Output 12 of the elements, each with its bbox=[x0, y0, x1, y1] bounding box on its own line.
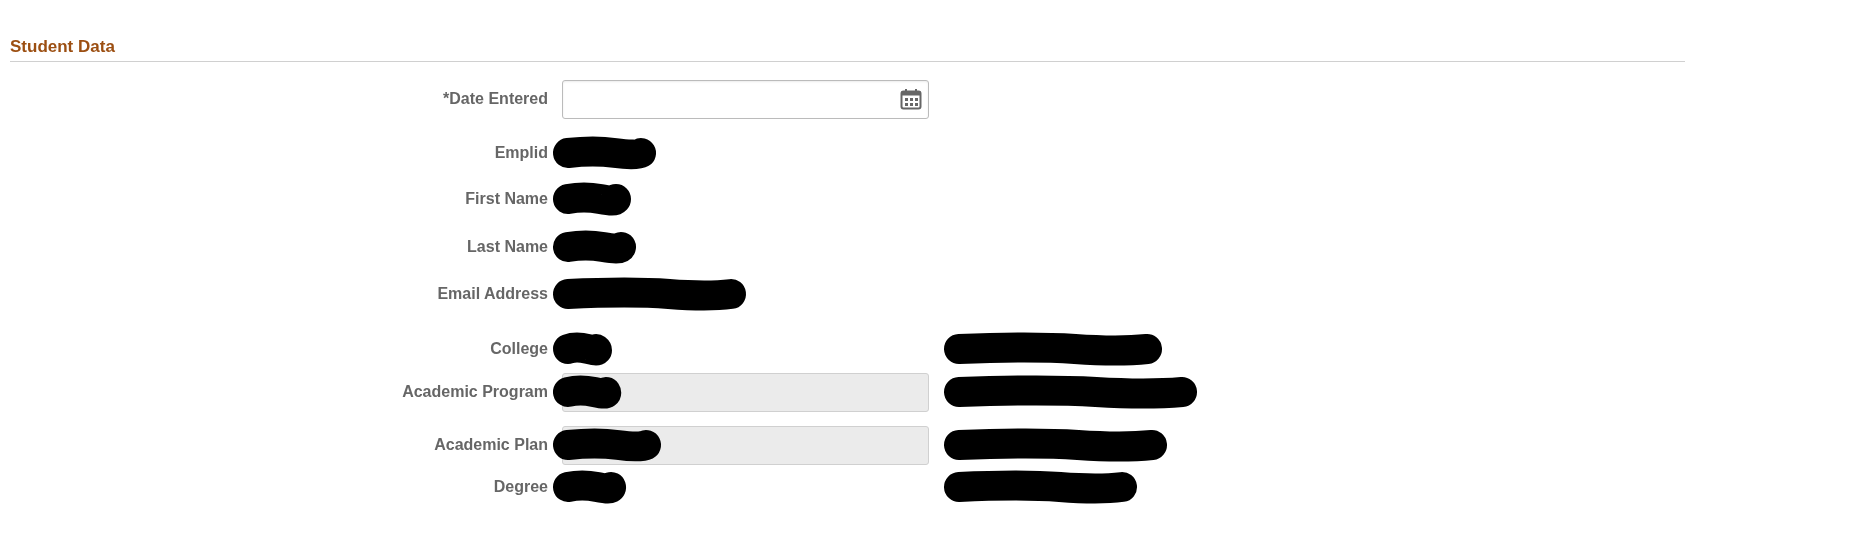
field-label: Academic Program bbox=[402, 383, 548, 401]
field-label: Academic Plan bbox=[434, 436, 548, 454]
date-field[interactable] bbox=[562, 79, 929, 119]
field-label: Emplid bbox=[494, 144, 548, 162]
field-label: Email Address bbox=[437, 285, 548, 303]
field-label: *Date Entered bbox=[443, 90, 548, 108]
field-label: Degree bbox=[493, 478, 548, 496]
field-label: First Name bbox=[465, 190, 548, 208]
section-title: Student Data bbox=[10, 37, 116, 57]
calendar-icon[interactable] bbox=[900, 88, 922, 110]
field-label: College bbox=[490, 340, 548, 358]
field-label: Last Name bbox=[467, 238, 548, 256]
